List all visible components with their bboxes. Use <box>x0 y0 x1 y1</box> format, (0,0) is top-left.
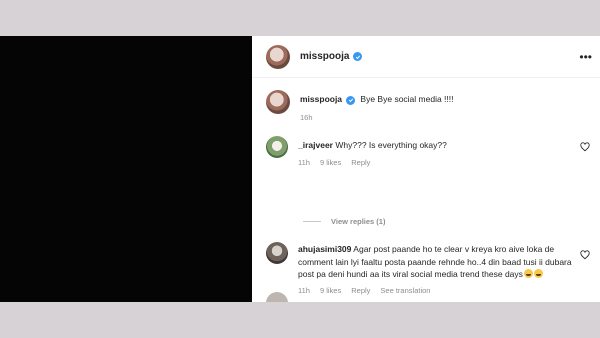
verified-badge-icon <box>346 95 356 105</box>
post-media[interactable] <box>0 36 252 302</box>
post-header: misspooja ••• <box>252 36 600 78</box>
reply-button[interactable]: Reply <box>351 286 370 295</box>
caption-text: Bye Bye social media !!!! <box>360 94 454 104</box>
comment-item: _irajveer Why??? Is everything okay?? 11… <box>266 136 594 167</box>
caption-time: 16h <box>300 112 313 122</box>
post-caption: misspooja Bye Bye social media !!!! 16h <box>266 90 594 122</box>
see-translation-button[interactable]: See translation <box>380 286 430 295</box>
comment-likes[interactable]: 9 likes <box>320 158 341 167</box>
grinning-face-icon <box>523 269 533 278</box>
author-avatar[interactable] <box>266 90 290 114</box>
commenter-avatar[interactable] <box>266 136 288 158</box>
verified-badge-icon <box>353 52 363 61</box>
heart-outline-icon[interactable] <box>580 250 590 260</box>
replies-divider <box>303 221 321 222</box>
comments-panel: misspooja ••• misspooja Bye Bye social m… <box>252 36 600 302</box>
header-username[interactable]: misspooja <box>300 51 349 62</box>
view-replies-label: View replies (1) <box>331 217 386 226</box>
heart-outline-icon[interactable] <box>580 142 590 152</box>
comment-likes[interactable]: 9 likes <box>320 286 341 295</box>
more-options-icon[interactable]: ••• <box>579 50 592 64</box>
grinning-face-icon <box>533 269 543 278</box>
author-avatar[interactable] <box>266 44 290 69</box>
caption-username[interactable]: misspooja <box>300 94 342 104</box>
reply-button[interactable]: Reply <box>351 158 370 167</box>
comment-item: ahujasimi309 Agar post paande ho te clea… <box>266 242 594 295</box>
comment-time: 11h <box>298 157 310 167</box>
comment-username[interactable]: _irajveer <box>298 140 333 150</box>
comment-text: Why??? Is everything okay?? <box>335 140 447 150</box>
comment-username[interactable]: ahujasimi309 <box>298 244 351 254</box>
view-replies-button[interactable]: View replies (1) <box>303 217 385 226</box>
commenter-avatar[interactable] <box>266 242 288 264</box>
post-viewer: misspooja ••• misspooja Bye Bye social m… <box>0 36 600 302</box>
comment-time: 11h <box>298 285 310 295</box>
